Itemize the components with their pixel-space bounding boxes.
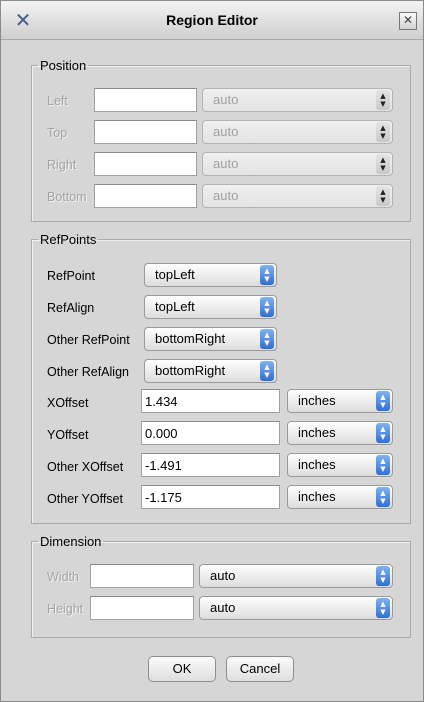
ok-button[interactable]: OK bbox=[148, 656, 216, 682]
other-refalign-label: Other RefAlign bbox=[47, 365, 129, 379]
height-input[interactable] bbox=[90, 596, 194, 620]
yoffset-label: YOffset bbox=[47, 428, 89, 442]
refalign-value: topLeft bbox=[155, 299, 195, 314]
select-stepper-icon: ▲ ▼ bbox=[376, 90, 390, 110]
yoffset-unit-value: inches bbox=[298, 425, 336, 440]
select-stepper-icon: ▲ ▼ bbox=[260, 297, 274, 317]
width-unit-select[interactable]: auto ▲ ▼ bbox=[199, 564, 393, 588]
refpoints-legend: RefPoints bbox=[40, 232, 97, 247]
bottom-unit-select[interactable]: auto ▲ ▼ bbox=[202, 184, 393, 208]
select-stepper-icon: ▲ ▼ bbox=[260, 265, 274, 285]
close-button[interactable]: ✕ bbox=[399, 12, 417, 30]
left-unit-value: auto bbox=[213, 92, 239, 107]
other-refalign-value: bottomRight bbox=[155, 363, 226, 378]
select-stepper-icon: ▲ ▼ bbox=[260, 329, 274, 349]
select-stepper-icon: ▲ ▼ bbox=[376, 455, 390, 475]
left-input[interactable] bbox=[94, 88, 197, 112]
cancel-button[interactable]: Cancel bbox=[226, 656, 294, 682]
height-unit-value: auto bbox=[210, 600, 236, 615]
right-unit-select[interactable]: auto ▲ ▼ bbox=[202, 152, 393, 176]
other-xoffset-unit-value: inches bbox=[298, 457, 336, 472]
other-xoffset-input[interactable]: -1.491 bbox=[141, 453, 280, 477]
refpoint-select[interactable]: topLeft ▲ ▼ bbox=[144, 263, 277, 287]
other-xoffset-unit-select[interactable]: inches ▲ ▼ bbox=[287, 453, 393, 477]
top-unit-value: auto bbox=[213, 124, 239, 139]
bottom-label: Bottom bbox=[47, 190, 87, 204]
select-stepper-icon: ▲ ▼ bbox=[376, 598, 390, 618]
refalign-label: RefAlign bbox=[47, 301, 95, 315]
height-unit-select[interactable]: auto ▲ ▼ bbox=[199, 596, 393, 620]
dimension-legend: Dimension bbox=[40, 534, 102, 549]
region-editor-window: ✕ Region Editor ✕ Position Left auto ▲ ▼ … bbox=[0, 0, 424, 702]
refpoint-label: RefPoint bbox=[47, 269, 95, 283]
yoffset-unit-select[interactable]: inches ▲ ▼ bbox=[287, 421, 393, 445]
other-refpoint-label: Other RefPoint bbox=[47, 333, 130, 347]
select-stepper-icon: ▲ ▼ bbox=[376, 122, 390, 142]
refpoint-value: topLeft bbox=[155, 267, 195, 282]
select-stepper-icon: ▲ ▼ bbox=[376, 391, 390, 411]
right-unit-value: auto bbox=[213, 156, 239, 171]
xoffset-unit-value: inches bbox=[298, 393, 336, 408]
xoffset-label: XOffset bbox=[47, 396, 89, 410]
select-stepper-icon: ▲ ▼ bbox=[376, 487, 390, 507]
right-input[interactable] bbox=[94, 152, 197, 176]
right-label: Right bbox=[47, 158, 77, 172]
close-icon: ✕ bbox=[402, 13, 414, 27]
height-label: Height bbox=[47, 602, 84, 616]
top-label: Top bbox=[47, 126, 68, 140]
bottom-input[interactable] bbox=[94, 184, 197, 208]
other-yoffset-unit-select[interactable]: inches ▲ ▼ bbox=[287, 485, 393, 509]
left-unit-select[interactable]: auto ▲ ▼ bbox=[202, 88, 393, 112]
other-refpoint-select[interactable]: bottomRight ▲ ▼ bbox=[144, 327, 277, 351]
other-refpoint-value: bottomRight bbox=[155, 331, 226, 346]
other-yoffset-unit-value: inches bbox=[298, 489, 336, 504]
other-xoffset-label: Other XOffset bbox=[47, 460, 124, 474]
xoffset-unit-select[interactable]: inches ▲ ▼ bbox=[287, 389, 393, 413]
refalign-select[interactable]: topLeft ▲ ▼ bbox=[144, 295, 277, 319]
other-yoffset-label: Other YOffset bbox=[47, 492, 123, 506]
yoffset-input[interactable]: 0.000 bbox=[141, 421, 280, 445]
select-stepper-icon: ▲ ▼ bbox=[376, 566, 390, 586]
width-unit-value: auto bbox=[210, 568, 236, 583]
title-bar[interactable]: ✕ Region Editor ✕ bbox=[1, 1, 423, 40]
position-legend: Position bbox=[40, 58, 87, 73]
left-label: Left bbox=[47, 94, 68, 108]
width-label: Width bbox=[47, 570, 79, 584]
xoffset-input[interactable]: 1.434 bbox=[141, 389, 280, 413]
select-stepper-icon: ▲ ▼ bbox=[260, 361, 274, 381]
window-title: Region Editor bbox=[166, 12, 258, 28]
other-refalign-select[interactable]: bottomRight ▲ ▼ bbox=[144, 359, 277, 383]
bottom-unit-value: auto bbox=[213, 188, 239, 203]
select-stepper-icon: ▲ ▼ bbox=[376, 154, 390, 174]
top-input[interactable] bbox=[94, 120, 197, 144]
select-stepper-icon: ▲ ▼ bbox=[376, 186, 390, 206]
width-input[interactable] bbox=[90, 564, 194, 588]
top-unit-select[interactable]: auto ▲ ▼ bbox=[202, 120, 393, 144]
select-stepper-icon: ▲ ▼ bbox=[376, 423, 390, 443]
other-yoffset-input[interactable]: -1.175 bbox=[141, 485, 280, 509]
